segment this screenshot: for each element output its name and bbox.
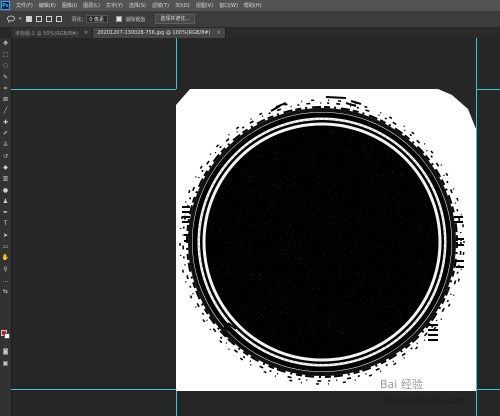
menu-file[interactable]: 文件(F) xyxy=(16,2,33,9)
dodge-tool-icon[interactable]: ♟ xyxy=(0,196,11,207)
menu-select[interactable]: 选择(S) xyxy=(129,2,146,9)
quick-select-tool-icon[interactable]: ✎ xyxy=(0,72,11,83)
intersect-selection-mode-icon[interactable] xyxy=(55,16,62,22)
pen-tool-icon[interactable]: ✒ xyxy=(0,207,11,218)
eraser-tool-icon[interactable]: ◆ xyxy=(0,162,11,173)
eyedropper-tool-icon[interactable]: ╱ xyxy=(0,106,11,117)
hand-tool-icon[interactable]: ✋ xyxy=(0,253,11,264)
feather-label: 羽化: xyxy=(71,16,84,23)
background-color-swatch[interactable] xyxy=(4,333,10,339)
healing-brush-tool-icon[interactable]: ✚ xyxy=(0,117,11,128)
brush-tool-icon[interactable]: ✐ xyxy=(0,128,11,139)
options-bar: ▾ 羽化: 0 像素 消除锯齿 选择并遮住... xyxy=(0,11,500,28)
select-and-mask-button[interactable]: 选择并遮住... xyxy=(155,14,195,24)
watermark-url: jingyan.baidu.com xyxy=(383,396,467,406)
menu-help[interactable]: 帮助(H) xyxy=(244,2,262,9)
antialias-checkbox[interactable] xyxy=(116,16,123,22)
swap-colors-icon[interactable]: ⇆ xyxy=(0,287,11,298)
more-tools-icon[interactable]: … xyxy=(0,275,11,286)
menu-filter[interactable]: 滤镜(T) xyxy=(152,2,169,9)
close-tab-icon[interactable]: × xyxy=(216,30,220,36)
photoshop-logo[interactable]: Ps xyxy=(1,1,10,10)
gradient-tool-icon[interactable]: ▥ xyxy=(0,174,11,185)
marquee-tool-icon[interactable]: ⬚ xyxy=(0,49,11,60)
stamp-image xyxy=(176,89,476,391)
tab-label: 未标题-1 @ 50%(RGB/8#) xyxy=(15,30,79,37)
document-tab-active[interactable]: 20201207-130028-756.jpg @ 100%(RGB/8#) × xyxy=(93,28,226,38)
type-tool-icon[interactable]: T xyxy=(0,219,11,230)
clone-stamp-tool-icon[interactable]: ♙ xyxy=(0,140,11,151)
document-tab[interactable]: 未标题-1 @ 50%(RGB/8#) × xyxy=(11,28,94,38)
lasso-tool-icon[interactable]: ◌ xyxy=(0,61,11,72)
new-selection-mode-icon[interactable] xyxy=(25,16,32,22)
vertical-guide[interactable] xyxy=(476,38,477,416)
subtract-selection-mode-icon[interactable] xyxy=(45,16,52,22)
blur-tool-icon[interactable]: ● xyxy=(0,185,11,196)
document-tab-bar: 未标题-1 @ 50%(RGB/8#) × 20201207-130028-75… xyxy=(11,28,500,38)
close-tab-icon[interactable]: × xyxy=(84,30,88,36)
crop-tool-icon[interactable]: ⌗ xyxy=(0,83,11,94)
feather-input[interactable]: 0 像素 xyxy=(86,15,109,23)
menu-window[interactable]: 窗口(W) xyxy=(219,2,238,9)
move-tool-icon[interactable]: ✥ xyxy=(0,38,11,49)
menu-view[interactable]: 视图(V) xyxy=(196,2,213,9)
rectangle-tool-icon[interactable]: ▭ xyxy=(0,241,11,252)
quick-mask-icon[interactable]: ◙ xyxy=(0,346,11,357)
menu-edit[interactable]: 编辑(E) xyxy=(39,2,56,9)
screen-mode-icon[interactable]: ▣ xyxy=(0,358,11,369)
tab-label: 20201207-130028-756.jpg @ 100%(RGB/8#) xyxy=(97,30,211,36)
zoom-tool-icon[interactable]: ⚲ xyxy=(0,264,11,275)
frame-tool-icon[interactable]: ⊠ xyxy=(0,94,11,105)
baidu-watermark: Bai 经验 xyxy=(380,378,423,391)
lasso-icon[interactable] xyxy=(4,14,18,24)
add-selection-mode-icon[interactable] xyxy=(35,16,42,22)
antialias-label: 消除锯齿 xyxy=(125,16,146,23)
path-selection-tool-icon[interactable]: ➤ xyxy=(0,230,11,241)
tools-panel: ✥ ⬚ ◌ ✎ ⌗ ⊠ ╱ ✚ ✐ ♙ ↺ ◆ ▥ ● ♟ ✒ T ➤ ▭ ✋ … xyxy=(0,38,12,416)
history-brush-tool-icon[interactable]: ↺ xyxy=(0,151,11,162)
menu-bar: Ps 文件(F) 编辑(E) 图像(I) 图层(L) 文字(Y) 选择(S) 滤… xyxy=(0,0,500,11)
menu-3d[interactable]: 3D(D) xyxy=(175,3,190,9)
menu-image[interactable]: 图像(I) xyxy=(62,2,77,9)
tool-preset-chevron-icon[interactable]: ▾ xyxy=(19,16,22,22)
document-image[interactable] xyxy=(176,89,476,391)
menu-type[interactable]: 文字(Y) xyxy=(106,2,123,9)
menu-layer[interactable]: 图层(L) xyxy=(83,2,100,9)
